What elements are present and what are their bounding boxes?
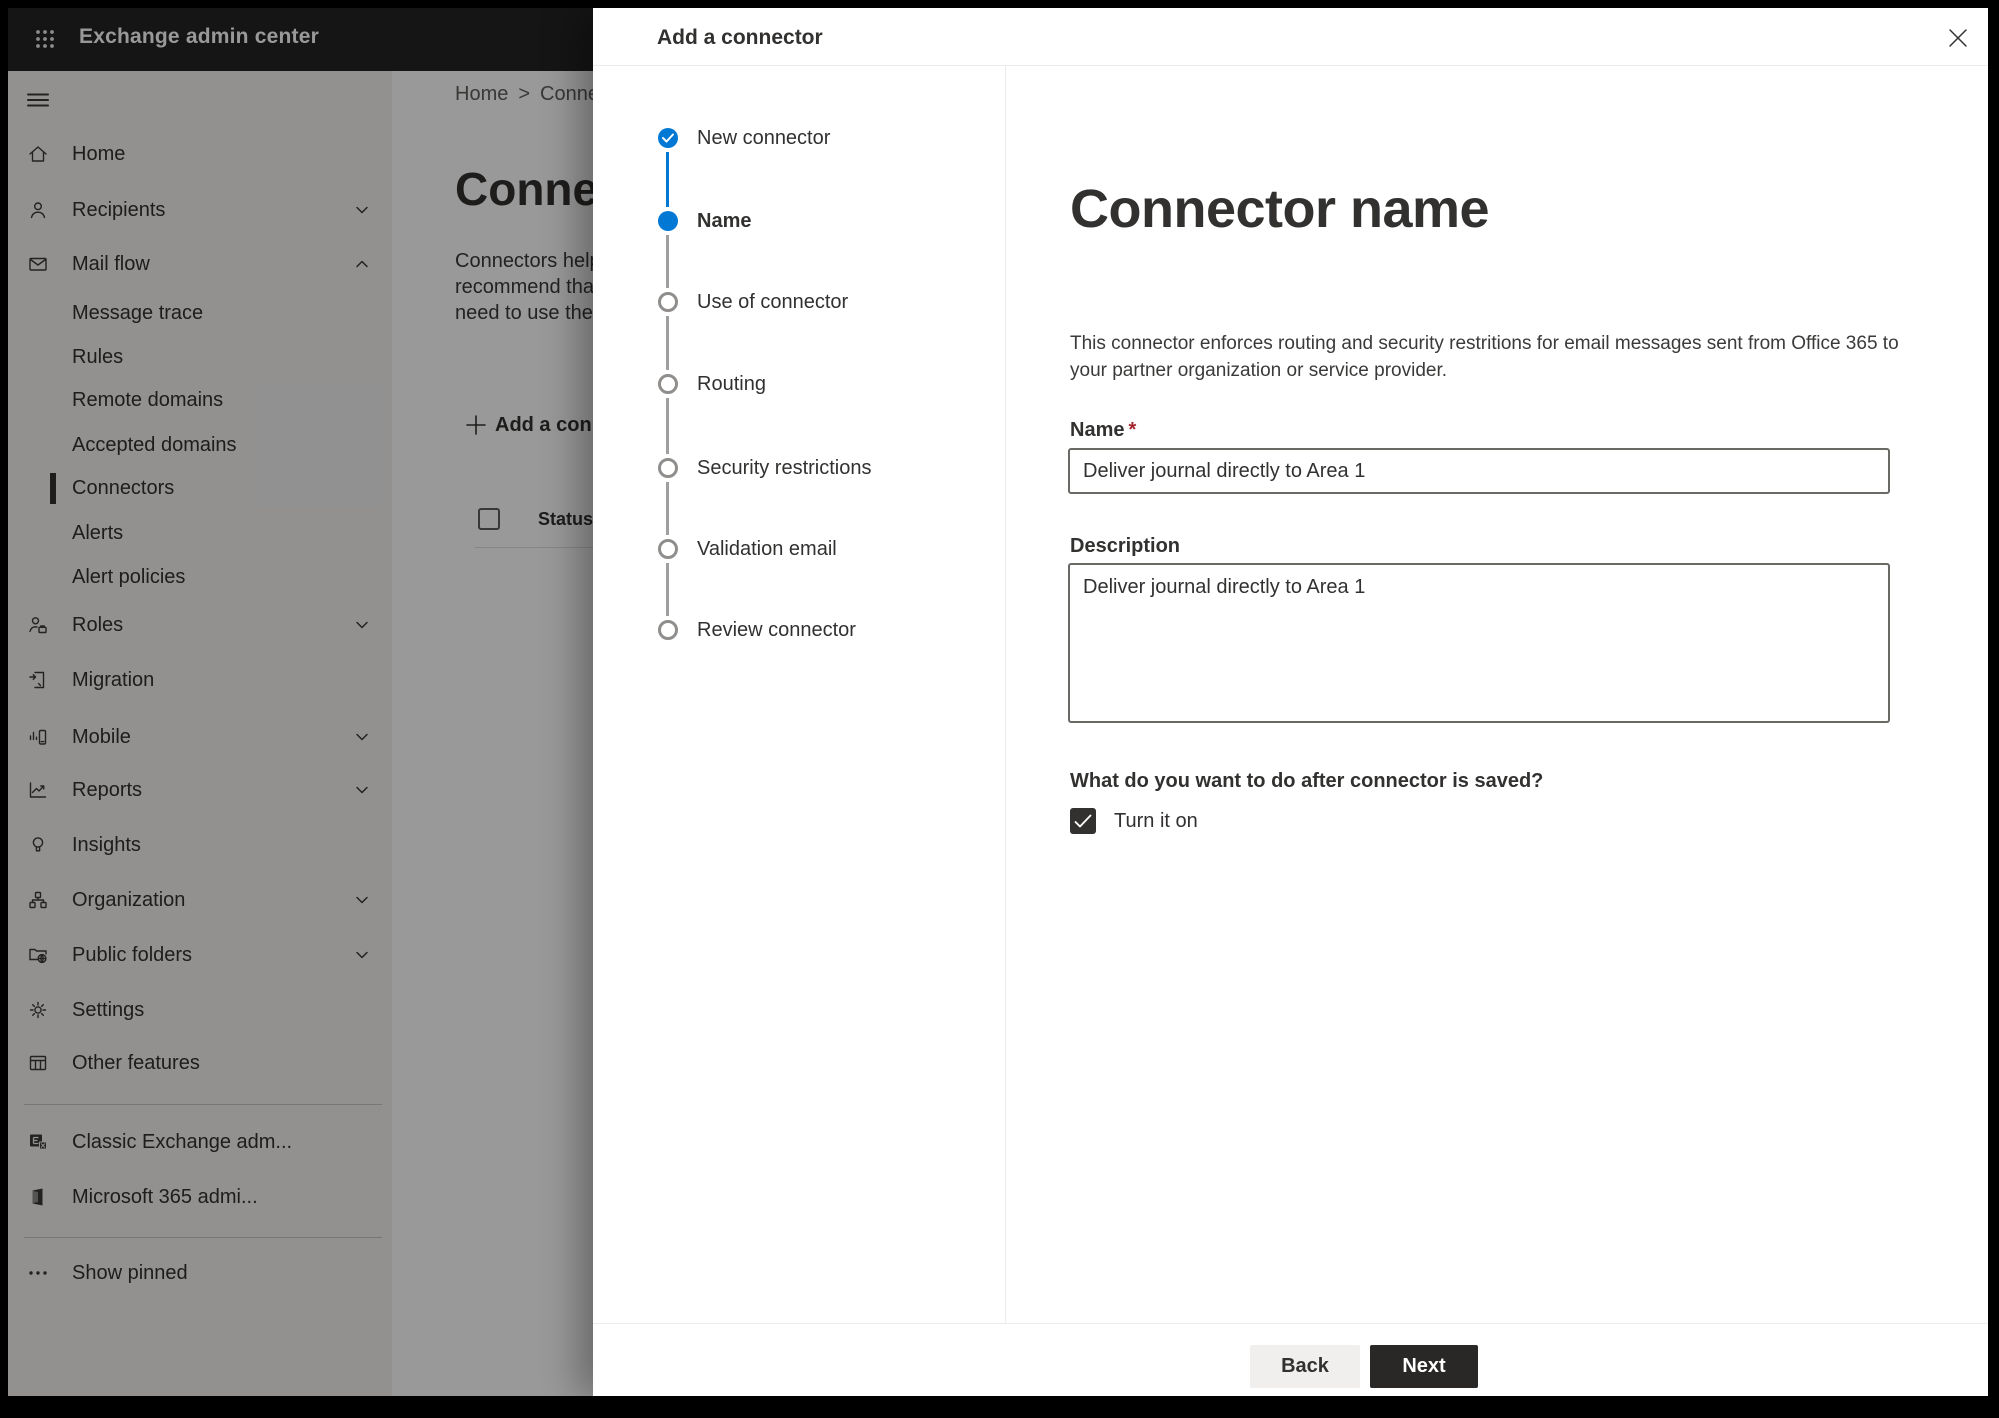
step-connector-line bbox=[666, 316, 669, 370]
add-connector-dialog: Add a connector New connector Name Use o… bbox=[593, 8, 1988, 1396]
back-button[interactable]: Back bbox=[1250, 1345, 1360, 1388]
stepper-content-divider bbox=[1005, 66, 1006, 1323]
screen-frame-right bbox=[1988, 0, 1999, 1418]
turn-it-on-checkbox[interactable] bbox=[1070, 808, 1096, 834]
screen-frame-left bbox=[0, 0, 8, 1418]
dialog-header-divider bbox=[593, 65, 1988, 66]
step-connector-line bbox=[666, 152, 669, 207]
step-circle-upcoming bbox=[658, 292, 678, 312]
description-textarea[interactable]: Deliver journal directly to Area 1 bbox=[1068, 563, 1890, 723]
modal-overlay bbox=[0, 0, 593, 1418]
step-label-new-connector[interactable]: New connector bbox=[697, 125, 830, 151]
name-input[interactable] bbox=[1068, 448, 1890, 494]
step-connector-line bbox=[666, 563, 669, 616]
step-label-routing[interactable]: Routing bbox=[697, 371, 766, 397]
close-icon[interactable] bbox=[1938, 18, 1978, 58]
required-asterisk: * bbox=[1128, 419, 1137, 441]
dialog-title: Add a connector bbox=[657, 26, 823, 49]
step-label-security-restrictions[interactable]: Security restrictions bbox=[697, 455, 872, 481]
step-connector-line bbox=[666, 398, 669, 454]
step-circle-current bbox=[658, 211, 678, 231]
after-save-question: What do you want to do after connector i… bbox=[1070, 770, 1544, 792]
step-label-validation-email[interactable]: Validation email bbox=[697, 536, 837, 562]
step-circle-upcoming bbox=[658, 539, 678, 559]
dialog-footer-divider bbox=[593, 1323, 1988, 1324]
step-circle-upcoming bbox=[658, 620, 678, 640]
step-circle-upcoming bbox=[658, 458, 678, 478]
step-label-name[interactable]: Name bbox=[697, 208, 751, 234]
step-connector-line bbox=[666, 482, 669, 535]
screen-frame-bottom bbox=[0, 1396, 1999, 1418]
turn-it-on-label[interactable]: Turn it on bbox=[1114, 808, 1198, 834]
description-field-label: Description bbox=[1070, 535, 1181, 557]
step-connector-line bbox=[666, 235, 669, 288]
name-label-text: Name bbox=[1070, 419, 1125, 441]
step-circle-upcoming bbox=[658, 374, 678, 394]
step-label-review-connector[interactable]: Review connector bbox=[697, 617, 856, 643]
connector-description-text: This connector enforces routing and secu… bbox=[1070, 333, 1899, 381]
step-label-use-of-connector[interactable]: Use of connector bbox=[697, 289, 848, 315]
screen-frame-top bbox=[0, 0, 1999, 8]
name-field-label: Name * bbox=[1070, 419, 1136, 442]
connector-name-heading: Connector name bbox=[1070, 179, 1490, 239]
step-circle-completed bbox=[658, 128, 678, 148]
next-button[interactable]: Next bbox=[1370, 1345, 1478, 1388]
